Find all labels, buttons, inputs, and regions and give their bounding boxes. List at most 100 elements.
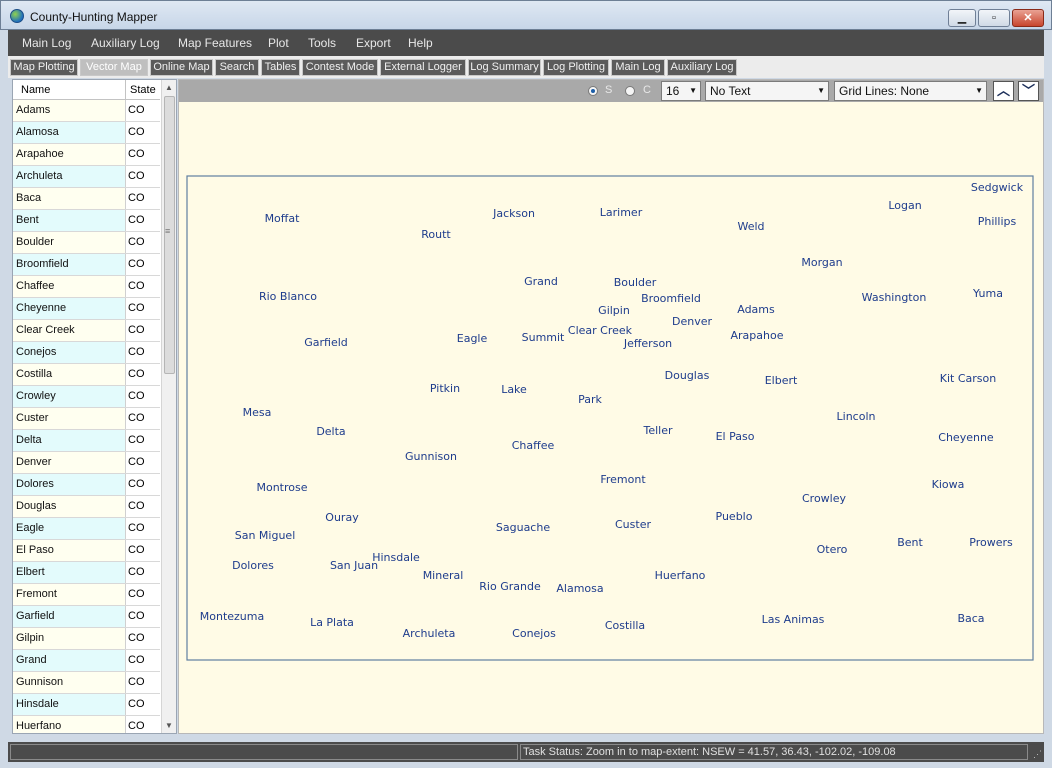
list-item[interactable]: Gilpin CO: [13, 628, 160, 650]
county-label: Las Animas: [762, 613, 825, 626]
tab-main-log[interactable]: Main Log: [611, 59, 665, 76]
grid-lines-select[interactable]: Grid Lines: None ▼: [834, 81, 987, 101]
list-item[interactable]: Crowley CO: [13, 386, 160, 408]
county-label: Logan: [888, 199, 921, 212]
county-label: Gunnison: [405, 450, 457, 463]
list-item[interactable]: Broomfield CO: [13, 254, 160, 276]
menu-map-features[interactable]: Map Features: [178, 36, 252, 50]
scroll-up-icon[interactable]: ▲: [165, 83, 173, 92]
county-state-cell: CO: [125, 562, 160, 583]
county-name-cell: Bent: [16, 214, 39, 226]
zoom-down-button[interactable]: ﹀: [1018, 81, 1039, 101]
radio-s[interactable]: [588, 86, 598, 96]
minimize-button[interactable]: ▁: [948, 9, 976, 27]
list-item[interactable]: El Paso CO: [13, 540, 160, 562]
county-label: Hinsdale: [372, 551, 420, 564]
county-label: Weld: [737, 220, 764, 233]
county-label: Delta: [316, 425, 345, 438]
county-label: Custer: [615, 518, 651, 531]
zoom-up-button[interactable]: ︿: [993, 81, 1014, 101]
county-label: Mineral: [423, 569, 464, 582]
list-item[interactable]: Garfield CO: [13, 606, 160, 628]
list-item[interactable]: Custer CO: [13, 408, 160, 430]
county-label: Alamosa: [556, 582, 603, 595]
tab-log-plotting[interactable]: Log Plotting: [543, 59, 609, 76]
column-header-name[interactable]: Name: [21, 84, 50, 96]
tab-tables[interactable]: Tables: [261, 59, 300, 76]
list-item[interactable]: Arapahoe CO: [13, 144, 160, 166]
county-label: San Juan: [330, 559, 378, 572]
county-name-cell: Costilla: [16, 368, 53, 380]
county-name-cell: Broomfield: [16, 258, 69, 270]
list-item[interactable]: Alamosa CO: [13, 122, 160, 144]
tab-search[interactable]: Search: [215, 59, 259, 76]
county-state-cell: CO: [125, 342, 160, 363]
map-canvas[interactable]: Moffat Routt Jackson Larimer Weld Logan Sedgwi…: [179, 102, 1043, 733]
menu-tools[interactable]: Tools: [308, 36, 336, 50]
county-name-cell: Hinsdale: [16, 698, 59, 710]
list-item[interactable]: Dolores CO: [13, 474, 160, 496]
list-item[interactable]: Archuleta CO: [13, 166, 160, 188]
resize-grip-icon[interactable]: ⋰: [1033, 749, 1042, 760]
county-state-cell: CO: [125, 474, 160, 495]
text-mode-select[interactable]: No Text ▼: [705, 81, 829, 101]
menu-export[interactable]: Export: [356, 36, 391, 50]
column-header-state[interactable]: State: [130, 84, 156, 96]
county-label: El Paso: [716, 430, 755, 443]
list-item[interactable]: Grand CO: [13, 650, 160, 672]
list-item[interactable]: Fremont CO: [13, 584, 160, 606]
list-item[interactable]: Clear Creek CO: [13, 320, 160, 342]
menu-main-log[interactable]: Main Log: [22, 36, 71, 50]
close-button[interactable]: ✕: [1012, 9, 1044, 27]
radio-c[interactable]: [625, 86, 635, 96]
tab-external-logger[interactable]: External Logger: [380, 59, 466, 76]
county-label: Phillips: [978, 215, 1017, 228]
colorado-county-map[interactable]: Moffat Routt Jackson Larimer Weld Logan Sedgwi…: [179, 102, 1043, 733]
county-state-cell: CO: [125, 276, 160, 297]
list-item[interactable]: Delta CO: [13, 430, 160, 452]
tab-vector-map[interactable]: Vector Map: [80, 59, 148, 76]
size-select[interactable]: 16 ▼: [661, 81, 701, 101]
county-name-cell: Douglas: [16, 500, 57, 512]
county-name-cell: Arapahoe: [16, 148, 64, 160]
tab-online-map[interactable]: Online Map: [150, 59, 213, 76]
county-state-cell: CO: [125, 166, 160, 187]
list-item[interactable]: Hinsdale CO: [13, 694, 160, 716]
list-scrollbar[interactable]: ▲ ≡ ▼: [161, 80, 176, 733]
county-label: San Miguel: [235, 529, 296, 542]
globe-icon: [10, 9, 24, 23]
list-item[interactable]: Costilla CO: [13, 364, 160, 386]
county-name-cell: Adams: [16, 104, 51, 116]
list-item[interactable]: Chaffee CO: [13, 276, 160, 298]
list-item[interactable]: Denver CO: [13, 452, 160, 474]
county-label: Huerfano: [655, 569, 706, 582]
menu-plot[interactable]: Plot: [268, 36, 289, 50]
list-item[interactable]: Boulder CO: [13, 232, 160, 254]
list-item[interactable]: Eagle CO: [13, 518, 160, 540]
county-label: Saguache: [496, 521, 550, 534]
county-label: Sedgwick: [971, 181, 1024, 194]
county-name-cell: Gunnison: [16, 676, 64, 688]
list-item[interactable]: Adams CO: [13, 100, 160, 122]
list-item[interactable]: Gunnison CO: [13, 672, 160, 694]
list-item[interactable]: Baca CO: [13, 188, 160, 210]
scroll-down-icon[interactable]: ▼: [165, 721, 173, 730]
maximize-button[interactable]: ▫: [978, 9, 1010, 27]
list-item[interactable]: Conejos CO: [13, 342, 160, 364]
tab-log-summary[interactable]: Log Summary: [468, 59, 541, 76]
county-name-cell: Gilpin: [16, 632, 45, 644]
tab-map-plotting[interactable]: Map Plotting: [10, 59, 78, 76]
list-item[interactable]: Douglas CO: [13, 496, 160, 518]
county-name-cell: Baca: [16, 192, 42, 204]
tab-contest-mode[interactable]: Contest Mode: [302, 59, 378, 76]
list-item[interactable]: Cheyenne CO: [13, 298, 160, 320]
menu-auxiliary-log[interactable]: Auxiliary Log: [91, 36, 160, 50]
radio-c-label: C: [643, 84, 651, 96]
list-item[interactable]: Elbert CO: [13, 562, 160, 584]
county-state-cell: CO: [125, 210, 160, 231]
menu-help[interactable]: Help: [408, 36, 433, 50]
list-item[interactable]: Huerfano CO: [13, 716, 160, 733]
tab-auxiliary-log[interactable]: Auxiliary Log: [667, 59, 737, 76]
list-item[interactable]: Bent CO: [13, 210, 160, 232]
county-state-cell: CO: [125, 518, 160, 539]
